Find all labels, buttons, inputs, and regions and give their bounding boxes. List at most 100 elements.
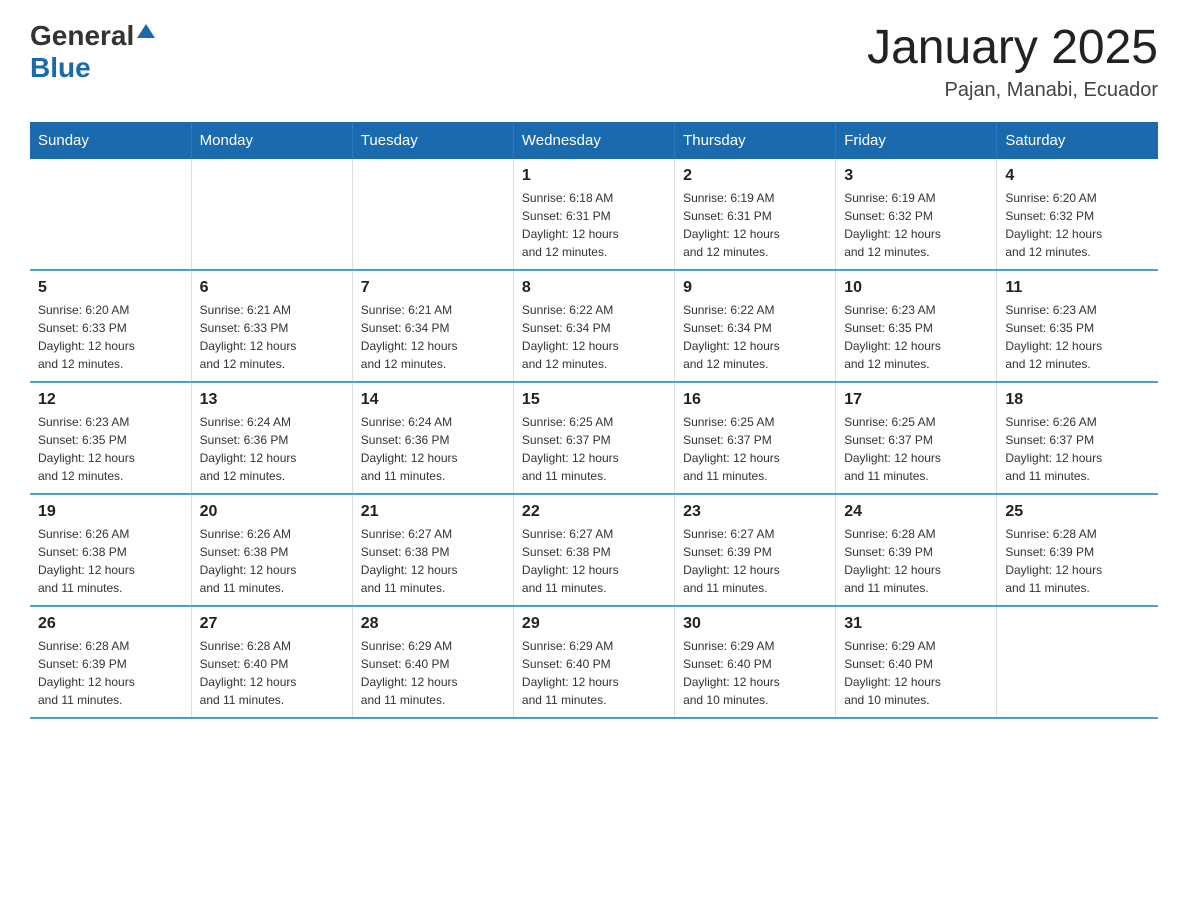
- calendar-day-cell: 26 Sunrise: 6:28 AM Sunset: 6:39 PM Dayli…: [30, 606, 191, 718]
- day-info: Sunrise: 6:20 AM Sunset: 6:33 PM Dayligh…: [38, 301, 183, 373]
- day-info: Sunrise: 6:27 AM Sunset: 6:39 PM Dayligh…: [683, 525, 827, 597]
- day-info: Sunrise: 6:26 AM Sunset: 6:38 PM Dayligh…: [38, 525, 183, 597]
- day-number: 22: [522, 503, 666, 521]
- calendar-day-cell: 16Sunrise: 6:25 AM Sunset: 6:37 PM Dayli…: [675, 382, 836, 494]
- day-number: 8: [522, 279, 666, 297]
- calendar-day-cell: 4 Sunrise: 6:20 AM Sunset: 6:32 PM Daylig…: [997, 159, 1158, 270]
- day-number: 27: [200, 615, 344, 633]
- day-info: Sunrise: 6:28 AM Sunset: 6:39 PM Dayligh…: [38, 637, 183, 709]
- calendar-week-row: 26 Sunrise: 6:28 AM Sunset: 6:39 PM Dayli…: [30, 606, 1158, 718]
- day-info: Sunrise: 6:23 AM Sunset: 6:35 PM Dayligh…: [1005, 301, 1150, 373]
- calendar-day-header: Wednesday: [513, 122, 674, 159]
- calendar-day-cell: 31Sunrise: 6:29 AM Sunset: 6:40 PM Dayli…: [836, 606, 997, 718]
- day-info: Sunrise: 6:21 AM Sunset: 6:33 PM Dayligh…: [200, 301, 344, 373]
- calendar-day-header: Monday: [191, 122, 352, 159]
- calendar-day-cell: 17 Sunrise: 6:25 AM Sunset: 6:37 PM Dayli…: [836, 382, 997, 494]
- day-number: 15: [522, 391, 666, 409]
- day-number: 18: [1005, 391, 1150, 409]
- day-info: Sunrise: 6:23 AM Sunset: 6:35 PM Dayligh…: [38, 413, 183, 485]
- calendar-day-cell: 30Sunrise: 6:29 AM Sunset: 6:40 PM Dayli…: [675, 606, 836, 718]
- day-number: 12: [38, 391, 183, 409]
- calendar-day-cell: 7 Sunrise: 6:21 AM Sunset: 6:34 PM Daylig…: [352, 270, 513, 382]
- calendar-day-cell: 28 Sunrise: 6:29 AM Sunset: 6:40 PM Dayli…: [352, 606, 513, 718]
- day-number: 14: [361, 391, 505, 409]
- calendar-day-cell: 8 Sunrise: 6:22 AM Sunset: 6:34 PM Daylig…: [513, 270, 674, 382]
- day-info: Sunrise: 6:18 AM Sunset: 6:31 PM Dayligh…: [522, 189, 666, 261]
- calendar-day-header: Saturday: [997, 122, 1158, 159]
- calendar-day-cell: 5 Sunrise: 6:20 AM Sunset: 6:33 PM Daylig…: [30, 270, 191, 382]
- day-number: 7: [361, 279, 505, 297]
- day-info: Sunrise: 6:29 AM Sunset: 6:40 PM Dayligh…: [522, 637, 666, 709]
- day-number: 2: [683, 167, 827, 185]
- calendar-week-row: 19 Sunrise: 6:26 AM Sunset: 6:38 PM Dayli…: [30, 494, 1158, 606]
- calendar-day-cell: 23Sunrise: 6:27 AM Sunset: 6:39 PM Dayli…: [675, 494, 836, 606]
- day-number: 26: [38, 615, 183, 633]
- day-number: 19: [38, 503, 183, 521]
- day-number: 1: [522, 167, 666, 185]
- calendar-day-cell: 20 Sunrise: 6:26 AM Sunset: 6:38 PM Dayli…: [191, 494, 352, 606]
- day-number: 13: [200, 391, 344, 409]
- day-info: Sunrise: 6:28 AM Sunset: 6:39 PM Dayligh…: [844, 525, 988, 597]
- day-number: 28: [361, 615, 505, 633]
- day-number: 6: [200, 279, 344, 297]
- day-number: 5: [38, 279, 183, 297]
- calendar-day-cell: [30, 159, 191, 270]
- day-info: Sunrise: 6:26 AM Sunset: 6:38 PM Dayligh…: [200, 525, 344, 597]
- calendar-day-cell: 22Sunrise: 6:27 AM Sunset: 6:38 PM Dayli…: [513, 494, 674, 606]
- day-info: Sunrise: 6:26 AM Sunset: 6:37 PM Dayligh…: [1005, 413, 1150, 485]
- day-number: 10: [844, 279, 988, 297]
- calendar-day-cell: 21Sunrise: 6:27 AM Sunset: 6:38 PM Dayli…: [352, 494, 513, 606]
- day-info: Sunrise: 6:22 AM Sunset: 6:34 PM Dayligh…: [683, 301, 827, 373]
- calendar-day-cell: 9Sunrise: 6:22 AM Sunset: 6:34 PM Daylig…: [675, 270, 836, 382]
- day-number: 21: [361, 503, 505, 521]
- calendar-week-row: 12 Sunrise: 6:23 AM Sunset: 6:35 PM Dayli…: [30, 382, 1158, 494]
- title-section: January 2025 Pajan, Manabi, Ecuador: [867, 20, 1158, 102]
- day-info: Sunrise: 6:21 AM Sunset: 6:34 PM Dayligh…: [361, 301, 505, 373]
- calendar-week-row: 5 Sunrise: 6:20 AM Sunset: 6:33 PM Daylig…: [30, 270, 1158, 382]
- logo-general-text: General: [30, 20, 134, 52]
- calendar-week-row: 1 Sunrise: 6:18 AM Sunset: 6:31 PM Daylig…: [30, 159, 1158, 270]
- day-number: 30: [683, 615, 827, 633]
- page-title: January 2025: [867, 20, 1158, 75]
- calendar-day-cell: [191, 159, 352, 270]
- calendar-day-cell: 29Sunrise: 6:29 AM Sunset: 6:40 PM Dayli…: [513, 606, 674, 718]
- day-info: Sunrise: 6:25 AM Sunset: 6:37 PM Dayligh…: [844, 413, 988, 485]
- calendar-day-cell: 6 Sunrise: 6:21 AM Sunset: 6:33 PM Daylig…: [191, 270, 352, 382]
- day-info: Sunrise: 6:19 AM Sunset: 6:31 PM Dayligh…: [683, 189, 827, 261]
- calendar-day-cell: 18 Sunrise: 6:26 AM Sunset: 6:37 PM Dayli…: [997, 382, 1158, 494]
- location-subtitle: Pajan, Manabi, Ecuador: [867, 79, 1158, 102]
- day-info: Sunrise: 6:23 AM Sunset: 6:35 PM Dayligh…: [844, 301, 988, 373]
- calendar-day-cell: 24Sunrise: 6:28 AM Sunset: 6:39 PM Dayli…: [836, 494, 997, 606]
- day-number: 20: [200, 503, 344, 521]
- page-header: General Blue January 2025 Pajan, Manabi,…: [30, 20, 1158, 102]
- day-info: Sunrise: 6:20 AM Sunset: 6:32 PM Dayligh…: [1005, 189, 1150, 261]
- logo-triangle-icon: [137, 22, 155, 45]
- calendar-header-row: SundayMondayTuesdayWednesdayThursdayFrid…: [30, 122, 1158, 159]
- day-info: Sunrise: 6:28 AM Sunset: 6:40 PM Dayligh…: [200, 637, 344, 709]
- calendar-day-cell: 1 Sunrise: 6:18 AM Sunset: 6:31 PM Daylig…: [513, 159, 674, 270]
- day-number: 16: [683, 391, 827, 409]
- day-number: 3: [844, 167, 988, 185]
- logo: General Blue: [30, 20, 155, 84]
- day-info: Sunrise: 6:22 AM Sunset: 6:34 PM Dayligh…: [522, 301, 666, 373]
- day-info: Sunrise: 6:24 AM Sunset: 6:36 PM Dayligh…: [200, 413, 344, 485]
- logo-blue-text: Blue: [30, 52, 91, 83]
- calendar-day-cell: 12 Sunrise: 6:23 AM Sunset: 6:35 PM Dayli…: [30, 382, 191, 494]
- calendar-day-cell: [997, 606, 1158, 718]
- calendar-table: SundayMondayTuesdayWednesdayThursdayFrid…: [30, 122, 1158, 719]
- day-info: Sunrise: 6:28 AM Sunset: 6:39 PM Dayligh…: [1005, 525, 1150, 597]
- day-number: 4: [1005, 167, 1150, 185]
- day-number: 25: [1005, 503, 1150, 521]
- calendar-day-header: Tuesday: [352, 122, 513, 159]
- calendar-day-cell: 19 Sunrise: 6:26 AM Sunset: 6:38 PM Dayli…: [30, 494, 191, 606]
- calendar-day-cell: 27 Sunrise: 6:28 AM Sunset: 6:40 PM Dayli…: [191, 606, 352, 718]
- calendar-day-cell: 10 Sunrise: 6:23 AM Sunset: 6:35 PM Dayli…: [836, 270, 997, 382]
- day-info: Sunrise: 6:24 AM Sunset: 6:36 PM Dayligh…: [361, 413, 505, 485]
- calendar-day-header: Friday: [836, 122, 997, 159]
- calendar-day-cell: 3 Sunrise: 6:19 AM Sunset: 6:32 PM Daylig…: [836, 159, 997, 270]
- day-number: 17: [844, 391, 988, 409]
- calendar-day-cell: 2 Sunrise: 6:19 AM Sunset: 6:31 PM Daylig…: [675, 159, 836, 270]
- day-info: Sunrise: 6:19 AM Sunset: 6:32 PM Dayligh…: [844, 189, 988, 261]
- day-info: Sunrise: 6:29 AM Sunset: 6:40 PM Dayligh…: [361, 637, 505, 709]
- day-number: 11: [1005, 279, 1150, 297]
